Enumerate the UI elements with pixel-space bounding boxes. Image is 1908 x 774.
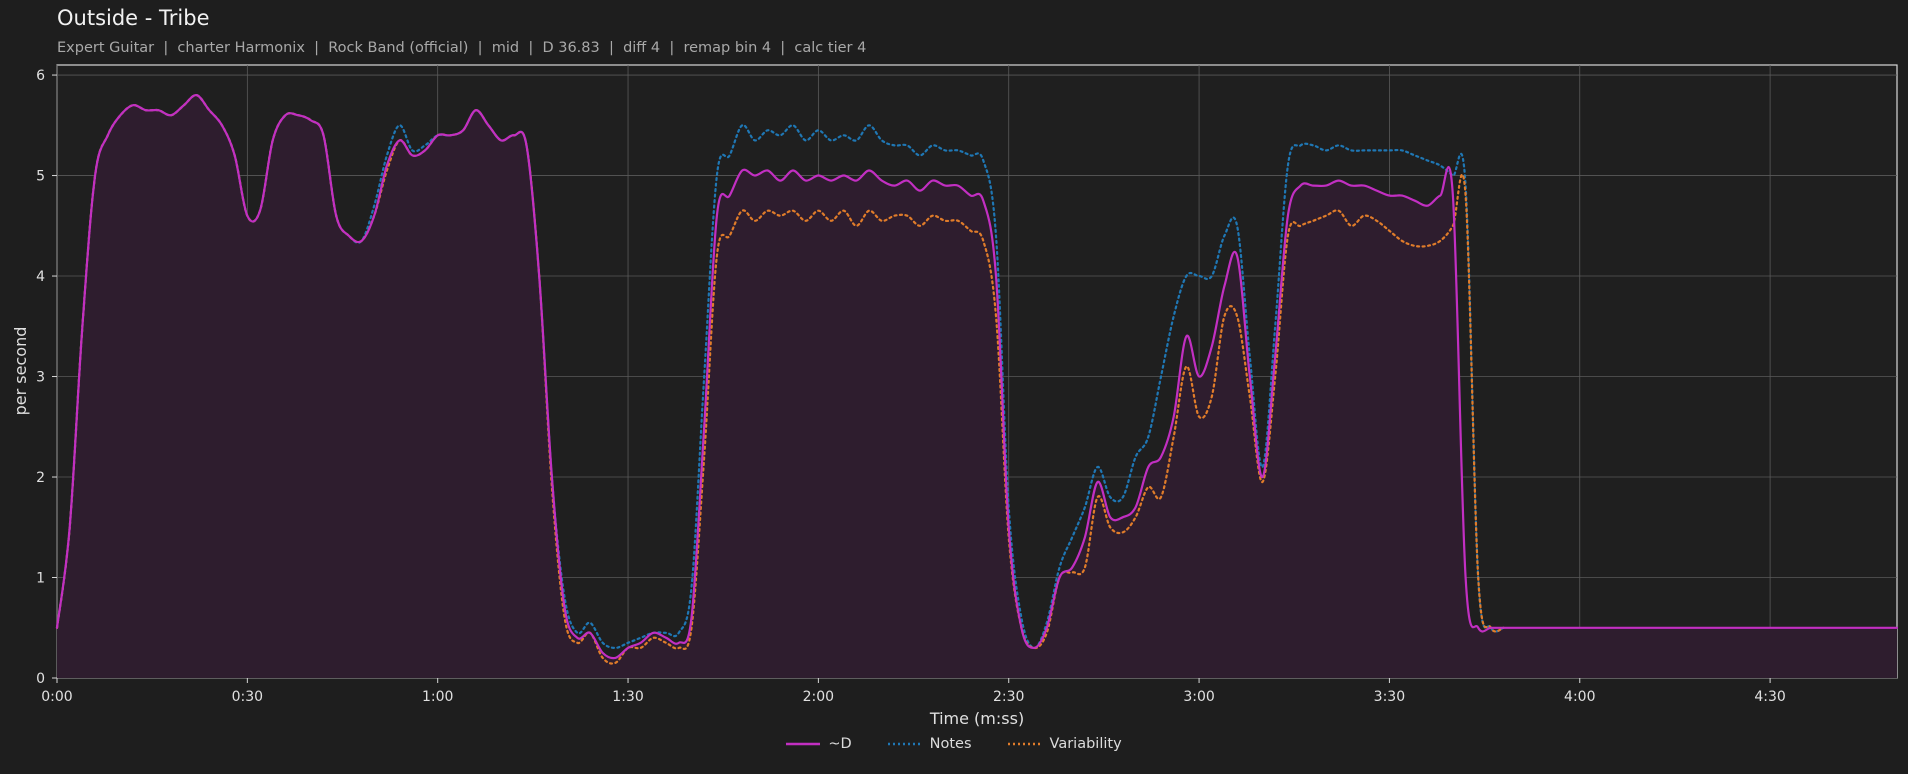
- x-tick-label: 1:30: [612, 689, 643, 705]
- legend-swatch-variability: [1007, 742, 1042, 746]
- y-tick-label: 6: [36, 68, 45, 84]
- x-tick-label: 4:00: [1564, 689, 1595, 705]
- legend-label-variability: Variability: [1049, 736, 1122, 752]
- x-tick-label: 4:30: [1754, 689, 1785, 705]
- legend-label-d: ~D: [828, 736, 852, 752]
- x-tick-label: 3:00: [1183, 689, 1214, 705]
- x-tick-label: 2:00: [803, 689, 834, 705]
- legend: ~D Notes Variability: [0, 736, 1908, 752]
- x-axis-ticks: 0:00 0:30 1:00 1:30 2:00 2:30 3:00 3:30 4:00 4:30: [41, 678, 1786, 705]
- y-axis-ticks: 0 1 2 3 4 5 6: [36, 68, 57, 687]
- y-tick-label: 4: [36, 269, 45, 285]
- x-tick-label: 2:30: [993, 689, 1024, 705]
- x-tick-label: 0:00: [41, 689, 72, 705]
- x-tick-label: 1:00: [422, 689, 453, 705]
- line-chart: 0:00 0:30 1:00 1:30 2:00 2:30 3:00 3:30 4:00 4:30…: [11, 64, 1899, 728]
- legend-item-variability: Variability: [1007, 736, 1122, 752]
- y-axis-label: per second: [11, 327, 30, 416]
- x-axis-label: Time (m:ss): [929, 709, 1024, 728]
- legend-item-d: ~D: [786, 736, 852, 752]
- legend-swatch-d: [786, 742, 821, 746]
- x-tick-label: 3:30: [1374, 689, 1405, 705]
- y-tick-label: 0: [36, 671, 45, 687]
- y-tick-label: 5: [36, 169, 45, 185]
- y-tick-label: 1: [36, 571, 45, 587]
- legend-item-notes: Notes: [887, 736, 972, 752]
- y-tick-label: 2: [36, 470, 45, 486]
- legend-swatch-notes: [887, 742, 922, 746]
- legend-label-notes: Notes: [929, 736, 972, 752]
- y-tick-label: 3: [36, 370, 45, 386]
- x-tick-label: 0:30: [232, 689, 263, 705]
